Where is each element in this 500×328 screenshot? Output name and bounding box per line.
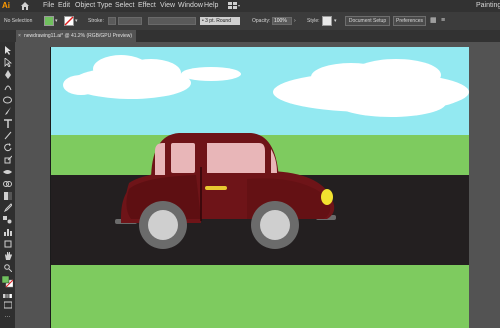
menu-select[interactable]: Select bbox=[115, 0, 134, 12]
close-icon[interactable]: × bbox=[18, 30, 21, 42]
chevron-down-icon[interactable]: ▾ bbox=[334, 12, 337, 30]
chevron-right-icon[interactable]: › bbox=[294, 12, 296, 30]
arrange-icon[interactable]: ▦ bbox=[430, 12, 437, 30]
brush-definition-dropdown[interactable]: • 3 pt. Round bbox=[200, 17, 240, 25]
headlight bbox=[321, 189, 333, 205]
cloud-left[interactable] bbox=[63, 55, 241, 99]
ellipse-tool-icon[interactable] bbox=[3, 95, 12, 104]
shape-builder-tool-icon[interactable] bbox=[3, 179, 12, 188]
stroke-label: Stroke: bbox=[88, 18, 104, 24]
hand-tool-icon[interactable] bbox=[3, 251, 12, 260]
opacity-input[interactable]: 100% bbox=[272, 17, 292, 25]
front-window bbox=[207, 143, 265, 173]
artboard-tool-icon[interactable] bbox=[3, 239, 12, 248]
line-tool-icon[interactable] bbox=[3, 131, 12, 140]
menu-effect[interactable]: Effect bbox=[138, 0, 156, 12]
gradient-tool-icon[interactable] bbox=[3, 191, 12, 200]
preferences-button[interactable]: Preferences bbox=[393, 16, 426, 26]
stroke-weight-stepper[interactable] bbox=[108, 17, 116, 25]
selection-tool-icon[interactable] bbox=[3, 46, 12, 55]
eyedropper-tool-icon[interactable] bbox=[3, 203, 12, 212]
width-tool-icon[interactable] bbox=[3, 167, 12, 176]
direct-selection-tool-icon[interactable] bbox=[3, 58, 12, 67]
menu-view[interactable]: View bbox=[160, 0, 175, 12]
fill-color-swatch[interactable] bbox=[44, 16, 54, 26]
menu-object[interactable]: Object bbox=[75, 0, 95, 12]
rear-window bbox=[171, 143, 195, 173]
document-tab[interactable]: × newdrawing11.ai* @ 41.2% (RGB/GPU Prev… bbox=[16, 30, 136, 42]
curvature-tool-icon[interactable] bbox=[3, 82, 12, 91]
arrange-documents-icon[interactable] bbox=[228, 2, 240, 10]
menu-bar: Ai File Edit Object Type Select Effect V… bbox=[0, 0, 500, 12]
graph-tool-icon[interactable] bbox=[3, 227, 12, 236]
screen-mode-icon[interactable] bbox=[3, 300, 12, 309]
style-label: Style: bbox=[307, 18, 320, 24]
stroke-weight-input[interactable] bbox=[118, 17, 142, 25]
opacity-label: Opacity: bbox=[252, 18, 271, 24]
document-tab-bar: × newdrawing11.ai* @ 41.2% (RGB/GPU Prev… bbox=[0, 30, 500, 42]
scale-tool-icon[interactable] bbox=[3, 155, 12, 164]
menu-edit[interactable]: Edit bbox=[58, 0, 70, 12]
document-setup-button[interactable]: Document Setup bbox=[345, 16, 390, 26]
tools-panel: … bbox=[0, 42, 15, 328]
menu-file[interactable]: File bbox=[43, 0, 54, 12]
menu-help[interactable]: Help bbox=[204, 0, 218, 12]
panel-menu-icon[interactable]: ≡ bbox=[441, 12, 445, 30]
more-tools-icon[interactable]: … bbox=[3, 312, 12, 321]
blend-tool-icon[interactable] bbox=[3, 215, 12, 224]
car[interactable] bbox=[115, 133, 336, 249]
home-icon[interactable] bbox=[20, 1, 30, 11]
graphic-style-swatch[interactable] bbox=[322, 16, 332, 26]
illustrator-logo: Ai bbox=[2, 1, 10, 10]
menu-window[interactable]: Window bbox=[178, 0, 203, 12]
rear-hubcap bbox=[148, 210, 178, 240]
drawing-layer bbox=[63, 55, 469, 249]
door-handle bbox=[205, 186, 227, 190]
pen-tool-icon[interactable] bbox=[3, 70, 12, 79]
selection-status: No Selection bbox=[4, 18, 33, 24]
document-tab-title: newdrawing11.ai* @ 41.2% (RGB/GPU Previe… bbox=[24, 33, 133, 39]
paintbrush-tool-icon[interactable] bbox=[3, 107, 12, 116]
chevron-down-icon[interactable]: ▾ bbox=[55, 12, 58, 30]
variable-width-profile[interactable] bbox=[148, 17, 196, 25]
rear-quarter-window bbox=[155, 143, 165, 175]
color-mode-icon[interactable] bbox=[3, 291, 12, 300]
zoom-tool-icon[interactable] bbox=[3, 263, 12, 272]
workspace-switcher[interactable]: Painting bbox=[476, 0, 500, 12]
chevron-down-icon[interactable]: ▾ bbox=[75, 12, 78, 30]
stroke-color-swatch[interactable] bbox=[64, 16, 74, 26]
fill-stroke-swatches[interactable] bbox=[2, 275, 13, 288]
menu-type[interactable]: Type bbox=[97, 0, 112, 12]
brush-name: 3 pt. Round bbox=[205, 18, 231, 24]
control-bar: No Selection ▾ ▾ Stroke: • 3 pt. Round O… bbox=[0, 12, 500, 30]
artboard[interactable] bbox=[50, 47, 469, 328]
front-hubcap bbox=[260, 210, 290, 240]
rotate-tool-icon[interactable] bbox=[3, 143, 12, 152]
cloud-right[interactable] bbox=[273, 59, 469, 117]
type-tool-icon[interactable] bbox=[3, 119, 12, 128]
